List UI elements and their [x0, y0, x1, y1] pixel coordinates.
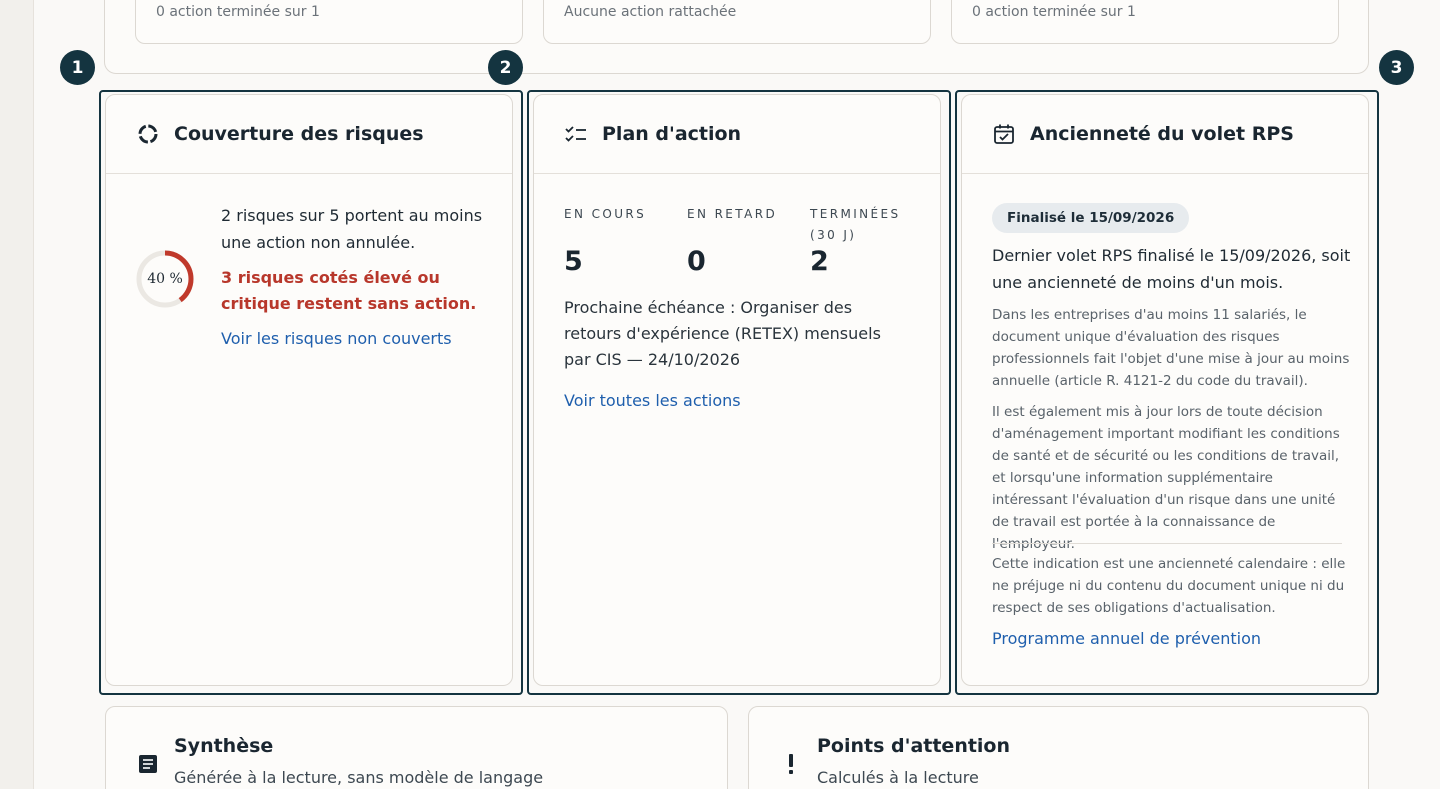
- card-title: Couverture des risques: [174, 123, 424, 145]
- summary-card-3[interactable]: 0 action terminée sur 1: [951, 0, 1339, 44]
- prevention-program-link[interactable]: Programme annuel de prévention: [992, 629, 1261, 648]
- donut-chart-icon: [136, 122, 160, 146]
- card-header: Plan d'action: [534, 95, 940, 174]
- card-header: Ancienneté du volet RPS: [962, 95, 1368, 174]
- attention-card[interactable]: Points d'attention Calculés à la lecture: [748, 706, 1369, 789]
- uncovered-risks-link[interactable]: Voir les risques non couverts: [221, 329, 452, 348]
- stat-value: 0: [687, 246, 706, 277]
- summary-card-text: Aucune action rattachée: [564, 4, 737, 20]
- plan-card: Plan d'action EN COURS 5 EN RETARD 0 TER…: [533, 94, 941, 686]
- synthesis-title: Synthèse: [174, 735, 274, 757]
- card-title: Ancienneté du volet RPS: [1030, 123, 1294, 145]
- rps-summary: Dernier volet RPS finalisé le 15/09/2026…: [992, 246, 1351, 292]
- coverage-summary: 2 risques sur 5 portent au moins une act…: [221, 206, 483, 252]
- attention-title: Points d'attention: [817, 735, 1011, 757]
- document-icon: [136, 752, 160, 776]
- summary-card-2[interactable]: Aucune action rattachée: [543, 0, 931, 44]
- card-title: Plan d'action: [602, 123, 742, 145]
- rps-paragraph-1: Dans les entreprises d'au moins 11 salar…: [992, 307, 1350, 389]
- marker-badge-1: 1: [60, 50, 95, 85]
- exclamation-icon: [779, 752, 803, 776]
- left-edge-strip: [0, 0, 34, 789]
- synthesis-subtitle: Générée à la lecture, sans modèle de lan…: [174, 768, 544, 787]
- next-deadline: Prochaine échéance : Organiser des retou…: [564, 298, 881, 369]
- stat-done: TERMINÉES (30 J) 2: [810, 204, 933, 277]
- divider: [992, 543, 1342, 544]
- calendar-check-icon: [992, 122, 1016, 146]
- marker-badge-3: 3: [1379, 50, 1414, 85]
- stat-label: TERMINÉES (30 J): [810, 207, 901, 242]
- summary-card-1[interactable]: 0 action terminée sur 1: [135, 0, 523, 44]
- summary-card-text: 0 action terminée sur 1: [156, 4, 320, 20]
- coverage-card: Couverture des risques 40 % 2 risques su…: [105, 94, 513, 686]
- rps-note: Cette indication est une ancienneté cale…: [992, 556, 1346, 616]
- all-actions-link[interactable]: Voir toutes les actions: [564, 391, 741, 410]
- card-header: Couverture des risques: [106, 95, 512, 174]
- stat-label: EN RETARD: [687, 207, 778, 221]
- checklist-icon: [564, 122, 588, 146]
- synthesis-card[interactable]: Synthèse Générée à la lecture, sans modè…: [105, 706, 728, 789]
- rps-card: Ancienneté du volet RPS Finalisé le 15/0…: [961, 94, 1369, 686]
- marker-badge-2: 2: [488, 50, 523, 85]
- summary-card-text: 0 action terminée sur 1: [972, 4, 1136, 20]
- finalized-badge: Finalisé le 15/09/2026: [992, 203, 1190, 233]
- plan-stats: EN COURS 5 EN RETARD 0 TERMINÉES (30 J) …: [564, 204, 933, 277]
- stat-late: EN RETARD 0: [687, 204, 810, 277]
- rps-paragraph-2: Il est également mis à jour lors de tout…: [992, 404, 1340, 552]
- stat-label: EN COURS: [564, 207, 647, 221]
- stat-value: 2: [810, 246, 829, 277]
- stat-in-progress: EN COURS 5: [564, 204, 687, 277]
- coverage-alert: 3 risques cotés élevé ou critique resten…: [221, 268, 477, 313]
- stat-value: 5: [564, 246, 583, 277]
- attention-subtitle: Calculés à la lecture: [817, 768, 979, 787]
- coverage-percent: 40 %: [147, 271, 183, 287]
